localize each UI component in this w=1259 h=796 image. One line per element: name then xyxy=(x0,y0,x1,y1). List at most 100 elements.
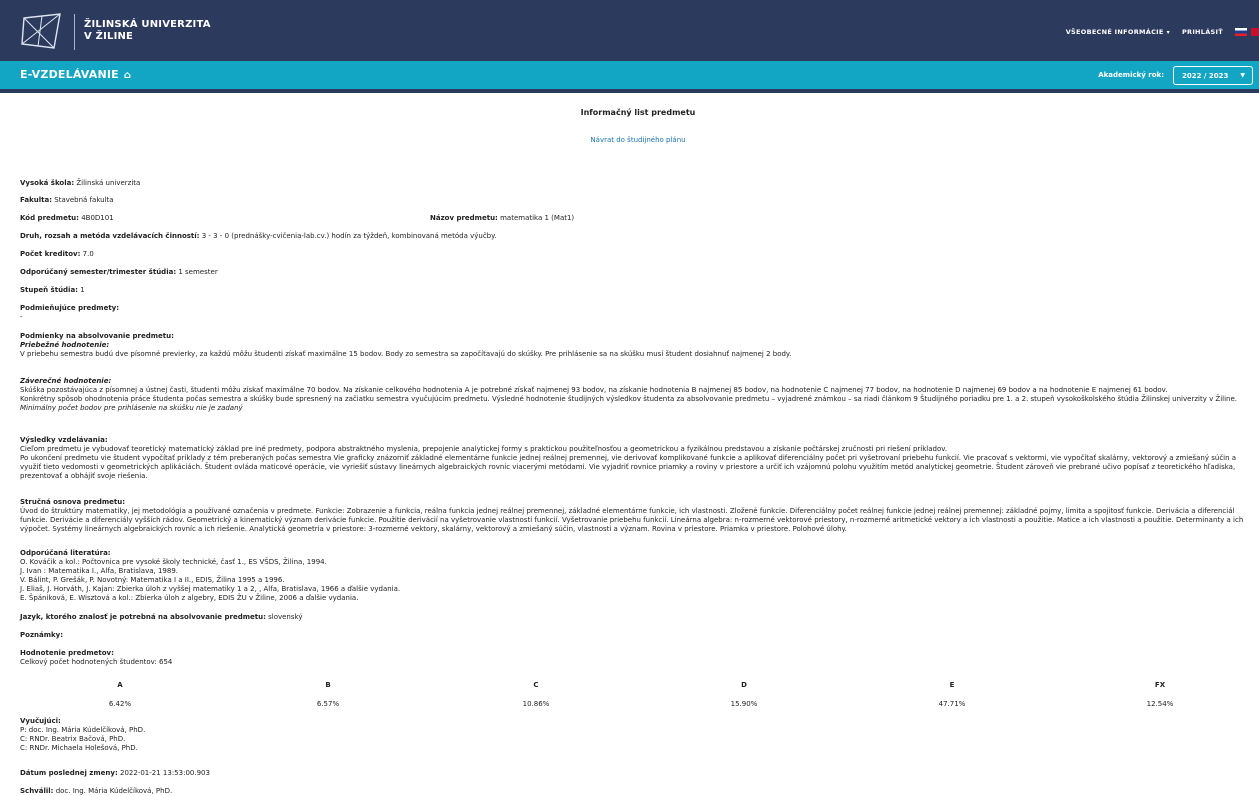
degree-value: 1 xyxy=(80,286,85,294)
academic-year-label: Akademický rok: xyxy=(1098,71,1164,79)
outline-label: Stručná osnova predmetu: xyxy=(20,498,125,506)
grade-column: B 6.57% xyxy=(298,681,358,709)
faculty-value: Stavebná fakulta xyxy=(54,196,114,204)
university-name-line1: ŽILINSKÁ UNIVERZITA xyxy=(84,19,211,30)
academic-year-value: 2022 / 2023 xyxy=(1182,72,1229,80)
final-eval-text-1: Skúška pozostávajúca z písomnej a ústnej… xyxy=(20,386,1168,394)
school-label: Vysoká škola: xyxy=(20,179,75,187)
top-nav: VŠEOBECNÉ INFORMÁCIE ▾ PRIHLÁSIŤ xyxy=(1066,25,1259,39)
credits-value: 7.0 xyxy=(82,250,94,258)
grade-column: D 15.90% xyxy=(714,681,774,709)
language-label: Jazyk, ktorého znalosť je potrebná na ab… xyxy=(20,613,266,621)
page-title: Informačný list predmetu xyxy=(580,108,696,117)
approved-label: Schválil: xyxy=(20,787,54,795)
literature-item: E. Špániková, E. Wisztová a kol.: Zbierk… xyxy=(20,594,359,602)
grade-percent: 10.86% xyxy=(522,700,550,708)
grade-letter: D xyxy=(741,681,747,689)
final-eval-block: Záverečné hodnotenie: Skúška pozostávajú… xyxy=(20,377,1256,413)
university-logo-icon[interactable] xyxy=(20,12,64,52)
notes-label: Poznámky: xyxy=(20,631,64,639)
activity-value: 3 - 3 - 0 (prednášky-cvičenia-lab.cv.) h… xyxy=(201,232,497,240)
prereq-value: - xyxy=(20,313,23,321)
semester-label: Odporúčaný semester/trimester štúdia: xyxy=(20,268,177,276)
chevron-down-icon: ▾ xyxy=(1166,28,1170,36)
code-row: Kód predmetu: 4B0D101 xyxy=(20,214,114,223)
e-learning-home-link[interactable]: E-VZDELÁVANIE ⌂ xyxy=(20,68,131,81)
nav-login-label: PRIHLÁSIŤ xyxy=(1181,28,1223,36)
sub-header xyxy=(0,61,1259,89)
activity-row: Druh, rozsah a metóda vzdelávacích činno… xyxy=(20,232,496,241)
nav-general-info-label: VŠEOBECNÉ INFORMÁCIE xyxy=(1065,28,1164,36)
grade-letter: C xyxy=(533,681,539,689)
results-text-2: Po ukončení predmetu vie študent vypočít… xyxy=(20,454,1237,480)
degree-label: Stupeň štúdia: xyxy=(20,286,78,294)
university-name-line2: V ŽILINE xyxy=(84,31,134,42)
language-value: slovenský xyxy=(268,613,303,621)
results-label: Výsledky vzdelávania: xyxy=(20,436,108,444)
sub-header-border xyxy=(0,89,1259,93)
academic-year-select[interactable]: 2022 / 2023 ▼ xyxy=(1173,66,1253,85)
prereq-label: Podmieňujúce predmety: xyxy=(20,304,120,312)
faculty-row: Fakulta: Stavebná fakulta xyxy=(20,196,114,205)
teacher-item: C: RNDr. Beatrix Bačová, PhD. xyxy=(20,735,126,743)
evaluation-block: Hodnotenie predmetov: Celkový počet hodn… xyxy=(20,649,172,667)
name-value: matematika 1 (Mat1) xyxy=(500,214,575,222)
grade-column: C 10.86% xyxy=(506,681,566,709)
approved-row: Schválil: doc. Ing. Mária Kúdelčíková, P… xyxy=(20,787,172,796)
teachers-block: Vyučujúci: P: doc. Ing. Mária Kúdelčíkov… xyxy=(20,717,145,753)
code-label: Kód predmetu: xyxy=(20,214,79,222)
grade-letter: A xyxy=(117,681,123,689)
conditions-block: Podmienky na absolvovanie predmetu: Prie… xyxy=(20,332,1256,359)
top-header: ŽILINSKÁ UNIVERZITA V ŽILINE VŠEOBECNÉ I… xyxy=(0,0,1259,61)
grade-percent: 47.71% xyxy=(938,700,966,708)
final-eval-text-2: Konkrétny spôsob ohodnotenia práce štude… xyxy=(20,395,1238,403)
grade-column: FX 12.54% xyxy=(1130,681,1190,709)
grade-letter: B xyxy=(325,681,331,689)
last-change-row: Dátum poslednej zmeny: 2022-01-21 13:53:… xyxy=(20,769,210,778)
name-row: Názov predmetu: matematika 1 (Mat1) xyxy=(430,214,574,223)
language-row: Jazyk, ktorého znalosť je potrebná na ab… xyxy=(20,613,302,622)
outline-block: Stručná osnova predmetu: Úvod do štruktú… xyxy=(20,498,1256,534)
nav-general-info[interactable]: VŠEOBECNÉ INFORMÁCIE ▾ xyxy=(1066,28,1170,36)
teacher-item: P: doc. Ing. Mária Kúdelčíková, PhD. xyxy=(20,726,146,734)
credits-label: Počet kreditov: xyxy=(20,250,81,258)
continuous-eval-text: V priebehu semestra budú dve písomné pre… xyxy=(20,350,792,358)
home-icon: ⌂ xyxy=(123,70,132,81)
conditions-label: Podmienky na absolvovanie predmetu: xyxy=(20,332,174,340)
grade-percent: 12.54% xyxy=(1146,700,1174,708)
prereq-row: Podmieňujúce predmety: - xyxy=(20,304,119,322)
last-change-label: Dátum poslednej zmeny: xyxy=(20,769,118,777)
outline-text: Úvod do štruktúry matematiky, jej metodo… xyxy=(20,507,1244,533)
chevron-down-icon: ▼ xyxy=(1240,72,1245,79)
logo-divider xyxy=(74,14,75,50)
continuous-eval-label: Priebežné hodnotenie: xyxy=(20,341,110,349)
final-eval-note: Minimálny počet bodov pre prihlásenie na… xyxy=(20,404,243,412)
school-value: Žilinská univerzita xyxy=(76,179,141,187)
code-value: 4B0D101 xyxy=(81,214,114,222)
literature-item: J. Eliaš, J. Horváth, J. Kajan: Zbierka … xyxy=(20,585,401,593)
grade-percent: 6.42% xyxy=(108,700,132,708)
university-name[interactable]: ŽILINSKÁ UNIVERZITA V ŽILINE xyxy=(84,19,211,43)
literature-item: O. Kováčik a kol.: Počtovnica pre vysoké… xyxy=(20,558,327,566)
nav-login[interactable]: PRIHLÁSIŤ xyxy=(1182,28,1223,36)
activity-label: Druh, rozsah a metóda vzdelávacích činno… xyxy=(20,232,200,240)
evaluation-total: Celkový počet hodnotených študentov: 654 xyxy=(20,658,173,666)
semester-row: Odporúčaný semester/trimester štúdia: 1 … xyxy=(20,268,218,277)
approved-value: doc. Ing. Mária Kúdelčíková, PhD. xyxy=(55,787,173,795)
name-label: Názov predmetu: xyxy=(430,214,498,222)
credits-row: Počet kreditov: 7.0 xyxy=(20,250,94,259)
grade-letter: FX xyxy=(1154,681,1166,689)
literature-label: Odporúčaná literatúra: xyxy=(20,549,111,557)
grade-percent: 6.57% xyxy=(316,700,340,708)
results-block: Výsledky vzdelávania: Cieľom predmetu je… xyxy=(20,436,1256,481)
grade-percent: 15.90% xyxy=(730,700,758,708)
school-row: Vysoká škola: Žilinská univerzita xyxy=(20,179,140,188)
back-to-study-plan-link[interactable]: Návrat do študijného plánu xyxy=(20,136,1256,145)
brand-label: E-VZDELÁVANIE xyxy=(20,68,119,81)
results-text-1: Cieľom predmetu je vybudovať teoretický … xyxy=(20,445,948,453)
grade-column: A 6.42% xyxy=(90,681,150,709)
english-flag-icon[interactable] xyxy=(1251,28,1259,36)
slovak-flag-icon[interactable] xyxy=(1235,28,1247,36)
semester-value: 1 semester xyxy=(178,268,218,276)
teacher-item: C: RNDr. Michaela Holešová, PhD. xyxy=(20,744,138,752)
